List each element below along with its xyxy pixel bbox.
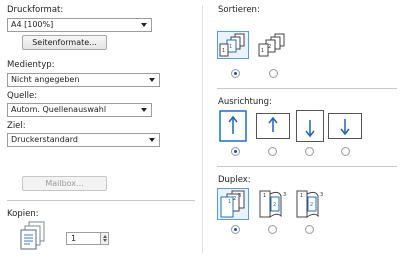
chevron-down-icon — [149, 138, 155, 142]
chevron-down-icon — [149, 78, 155, 82]
svg-text:1: 1 — [263, 193, 266, 199]
simplex-icon[interactable]: 3 2 1 — [217, 188, 249, 220]
collated-pages-icon[interactable]: 3 2 1 1 — [217, 31, 249, 59]
medientyp-label: Medientyp: — [7, 60, 55, 70]
svg-text:3: 3 — [320, 192, 323, 198]
druckformat-label: Druckformat: — [7, 5, 64, 15]
quelle-select[interactable]: Autom. Quellenauswahl — [7, 103, 152, 117]
column-divider — [202, 5, 203, 253]
landscape-up-icon[interactable] — [256, 113, 290, 139]
druckformat-select[interactable]: A4 [100%] — [7, 18, 152, 32]
duplex-long-edge-icon[interactable]: 1 2 3 — [257, 188, 291, 222]
sortieren-label: Sortieren: — [218, 5, 260, 15]
ziel-value: Druckerstandard — [11, 135, 78, 144]
quelle-value: Autom. Quellenauswahl — [11, 105, 107, 114]
svg-text:3: 3 — [283, 192, 286, 198]
chevron-down-icon — [141, 108, 147, 112]
svg-text:1: 1 — [229, 44, 232, 50]
svg-text:1: 1 — [300, 193, 303, 199]
portrait-up-icon[interactable] — [219, 110, 247, 142]
duplex-label: Duplex: — [218, 175, 251, 185]
kopien-stepper[interactable] — [100, 232, 109, 245]
duplex-radio-long-edge[interactable] — [268, 225, 277, 234]
sortieren-radio-collated[interactable] — [231, 69, 240, 78]
svg-text:1: 1 — [222, 48, 225, 54]
ausrichtung-radio-portrait-down[interactable] — [305, 147, 314, 156]
quelle-label: Quelle: — [7, 91, 38, 101]
left-divider — [7, 200, 195, 201]
svg-text:1: 1 — [228, 199, 231, 205]
svg-text:1: 1 — [261, 48, 264, 54]
svg-text:2: 2 — [310, 202, 313, 208]
kopien-input[interactable]: 1 — [66, 232, 101, 245]
seitenformate-button[interactable]: Seitenformate... — [22, 35, 107, 50]
ausrichtung-radio-landscape-up[interactable] — [268, 147, 277, 156]
uncollated-pages-icon[interactable]: 3 3 2 1 — [255, 31, 289, 59]
ziel-label: Ziel: — [7, 121, 26, 131]
copies-stack-icon — [20, 221, 45, 250]
ausrichtung-radio-portrait-up[interactable] — [231, 147, 240, 156]
right-divider-2 — [217, 166, 397, 167]
ausrichtung-label: Ausrichtung: — [218, 97, 272, 107]
sortieren-radio-uncollated[interactable] — [269, 69, 278, 78]
duplex-short-edge-icon[interactable]: 1 2 3 — [294, 188, 328, 222]
druckformat-value: A4 [100%] — [11, 20, 54, 29]
duplex-radio-short-edge[interactable] — [305, 225, 314, 234]
ausrichtung-radio-landscape-down[interactable] — [341, 147, 350, 156]
landscape-down-icon[interactable] — [328, 113, 362, 139]
kopien-label: Kopien: — [7, 209, 39, 219]
svg-text:2: 2 — [273, 202, 276, 208]
medientyp-select[interactable]: Nicht angegeben — [7, 73, 160, 87]
chevron-down-icon — [141, 23, 147, 27]
ziel-select[interactable]: Druckerstandard — [7, 133, 160, 147]
medientyp-value: Nicht angegeben — [11, 75, 80, 84]
mailbox-button[interactable]: Mailbox... — [22, 176, 107, 191]
right-divider-1 — [217, 88, 397, 89]
duplex-radio-simplex[interactable] — [231, 225, 240, 234]
portrait-down-icon[interactable] — [296, 110, 324, 142]
